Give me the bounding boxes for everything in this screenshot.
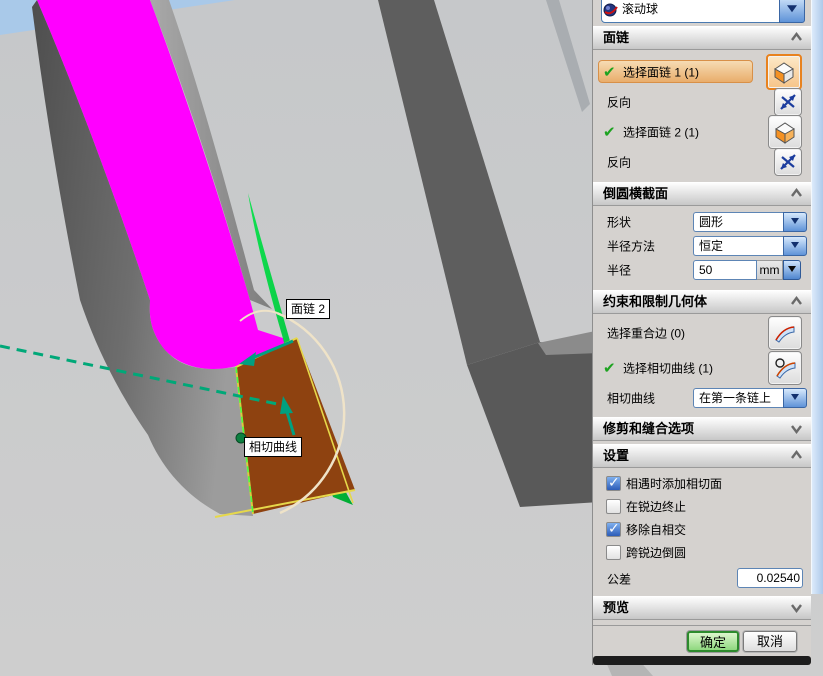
tangent-curve-label: 相切曲线 [244, 437, 303, 457]
group-header-settings[interactable]: 设置 [593, 444, 811, 468]
tangent-curves-select-button[interactable] [768, 351, 802, 385]
radius-unit: mm [757, 260, 783, 280]
radius-method-label: 半径方法 [607, 239, 656, 254]
tangent-curve-dropdown[interactable]: 在第一条链上 [693, 388, 807, 408]
reverse-arrows-icon [780, 154, 796, 170]
dropdown-arrow-icon[interactable] [783, 236, 807, 256]
checkbox-label: 在锐边终止 [626, 500, 687, 514]
group-title-constraints: 约束和限制几何体 [603, 294, 708, 309]
checkbox-label: 相遇时添加相切面 [626, 477, 723, 491]
group-title-settings: 设置 [603, 448, 630, 463]
checkbox-unchecked-icon[interactable] [606, 545, 621, 560]
group-title-cross-section: 倒圆横截面 [603, 186, 669, 201]
group-header-trim-sew[interactable]: 修剪和缝合选项 [593, 417, 811, 441]
blend-type-dropdown-arrow[interactable] [779, 0, 805, 23]
group-title-preview: 预览 [603, 600, 630, 615]
radius-label: 半径 [607, 263, 632, 278]
tangent-curve-value: 在第一条链上 [693, 388, 783, 408]
checkbox-row-stop-at-sharp-edge[interactable]: 在锐边终止 [593, 496, 811, 519]
nx-application-window: 面链 2 相切曲线 滚动球 面链 ✔ 选择面链 1 (1) 反向 ✔ 选择面链 … [0, 0, 823, 676]
shape-row: 形状 圆形 [593, 211, 811, 233]
collapse-up-icon[interactable] [790, 295, 803, 308]
radius-row: 半径 mm [593, 259, 811, 281]
face-chain-2-label: 面链 2 [286, 299, 331, 319]
shape-label: 形状 [607, 215, 632, 230]
reverse-2-row: 反向 [593, 148, 811, 176]
radius-options-arrow-icon[interactable] [783, 260, 801, 280]
face-chain-2-select-button[interactable] [768, 115, 802, 149]
reverse-direction-2-button[interactable] [774, 148, 802, 176]
select-tangent-curves-label: 选择相切曲线 (1) [623, 361, 714, 376]
checkbox-row-add-tangent-faces[interactable]: 相遇时添加相切面 [593, 473, 811, 496]
dropdown-arrow-icon[interactable] [783, 388, 807, 408]
radius-method-dropdown[interactable]: 恒定 [693, 236, 807, 256]
ok-button[interactable]: 确定 [687, 631, 739, 652]
rolling-ball-icon [603, 3, 618, 16]
face-blend-dialog: 滚动球 面链 ✔ 选择面链 1 (1) 反向 ✔ 选择面链 2 (1) 反向 倒… [592, 0, 811, 665]
reverse-2-label: 反向 [607, 155, 632, 170]
cancel-button[interactable]: 取消 [743, 631, 797, 652]
face-chain-1-select-button[interactable] [766, 53, 802, 90]
select-face-chain-2-row[interactable]: ✔ 选择面链 2 (1) [593, 115, 811, 149]
coincident-edge-select-button[interactable] [768, 316, 802, 350]
reverse-arrows-icon [780, 94, 796, 110]
checkmark-icon: ✔ [603, 360, 616, 377]
dialog-bottom-shadow [593, 656, 811, 665]
tolerance-input[interactable] [737, 568, 803, 588]
reverse-1-label: 反向 [607, 95, 632, 110]
checkbox-label: 跨锐边倒圆 [626, 546, 687, 560]
shape-dropdown[interactable]: 圆形 [693, 212, 807, 232]
collapse-up-icon[interactable] [790, 31, 803, 44]
collapse-up-icon[interactable] [790, 187, 803, 200]
cube-faces-icon [775, 122, 795, 144]
radius-method-value: 恒定 [693, 236, 783, 256]
checkbox-label: 移除自相交 [626, 523, 687, 537]
checkbox-checked-icon[interactable] [606, 520, 621, 537]
blend-type-row: 滚动球 [593, 0, 811, 24]
dropdown-arrow-icon[interactable] [783, 212, 807, 232]
group-header-preview[interactable]: 预览 [593, 596, 811, 620]
collapse-up-icon[interactable] [790, 449, 803, 462]
select-tangent-curves-row[interactable]: ✔ 选择相切曲线 (1) [593, 351, 811, 385]
dialog-scrollbar-strip[interactable] [811, 0, 823, 594]
select-face-chain-1-label: 选择面链 1 (1) [623, 65, 700, 79]
group-header-cross-section[interactable]: 倒圆横截面 [593, 182, 811, 206]
expand-down-icon[interactable] [790, 422, 803, 435]
tangent-curve-icon [775, 358, 796, 379]
checkbox-checked-icon[interactable] [606, 474, 621, 491]
tangent-curve-row: 相切曲线 在第一条链上 [593, 387, 811, 409]
checkmark-icon: ✔ [603, 124, 616, 141]
expand-down-icon[interactable] [790, 601, 803, 614]
cube-faces-icon [774, 61, 794, 84]
select-face-chain-2-label: 选择面链 2 (1) [623, 125, 700, 140]
checkmark-icon: ✔ [603, 63, 616, 81]
blend-type-value: 滚动球 [622, 2, 659, 16]
reverse-1-row: 反向 [593, 88, 811, 116]
select-coincident-edge-row[interactable]: 选择重合边 (0) [593, 316, 811, 350]
coincident-edge-icon [775, 326, 795, 343]
group-header-constraints[interactable]: 约束和限制几何体 [593, 290, 811, 314]
checkbox-row-blend-across-sharp-edge[interactable]: 跨锐边倒圆 [593, 542, 811, 565]
group-title-trim-sew: 修剪和缝合选项 [603, 421, 695, 436]
group-title-face-chain: 面链 [603, 30, 630, 45]
group-header-face-chain[interactable]: 面链 [593, 26, 811, 50]
checkbox-row-remove-self-intersection[interactable]: 移除自相交 [593, 519, 811, 542]
reverse-direction-1-button[interactable] [774, 88, 802, 116]
checkbox-unchecked-icon[interactable] [606, 499, 621, 514]
select-coincident-edge-label: 选择重合边 (0) [607, 326, 686, 341]
select-face-chain-1-row[interactable]: ✔ 选择面链 1 (1) [593, 53, 811, 90]
shape-value: 圆形 [693, 212, 783, 232]
tolerance-row: 公差 [593, 568, 811, 590]
dialog-button-bar: 确定 取消 [593, 625, 811, 653]
tangent-curve-dropdown-label: 相切曲线 [607, 391, 656, 406]
tolerance-label: 公差 [607, 572, 632, 587]
blend-type-dropdown[interactable]: 滚动球 [601, 0, 787, 23]
radius-method-row: 半径方法 恒定 [593, 235, 811, 257]
radius-input[interactable] [693, 260, 757, 280]
